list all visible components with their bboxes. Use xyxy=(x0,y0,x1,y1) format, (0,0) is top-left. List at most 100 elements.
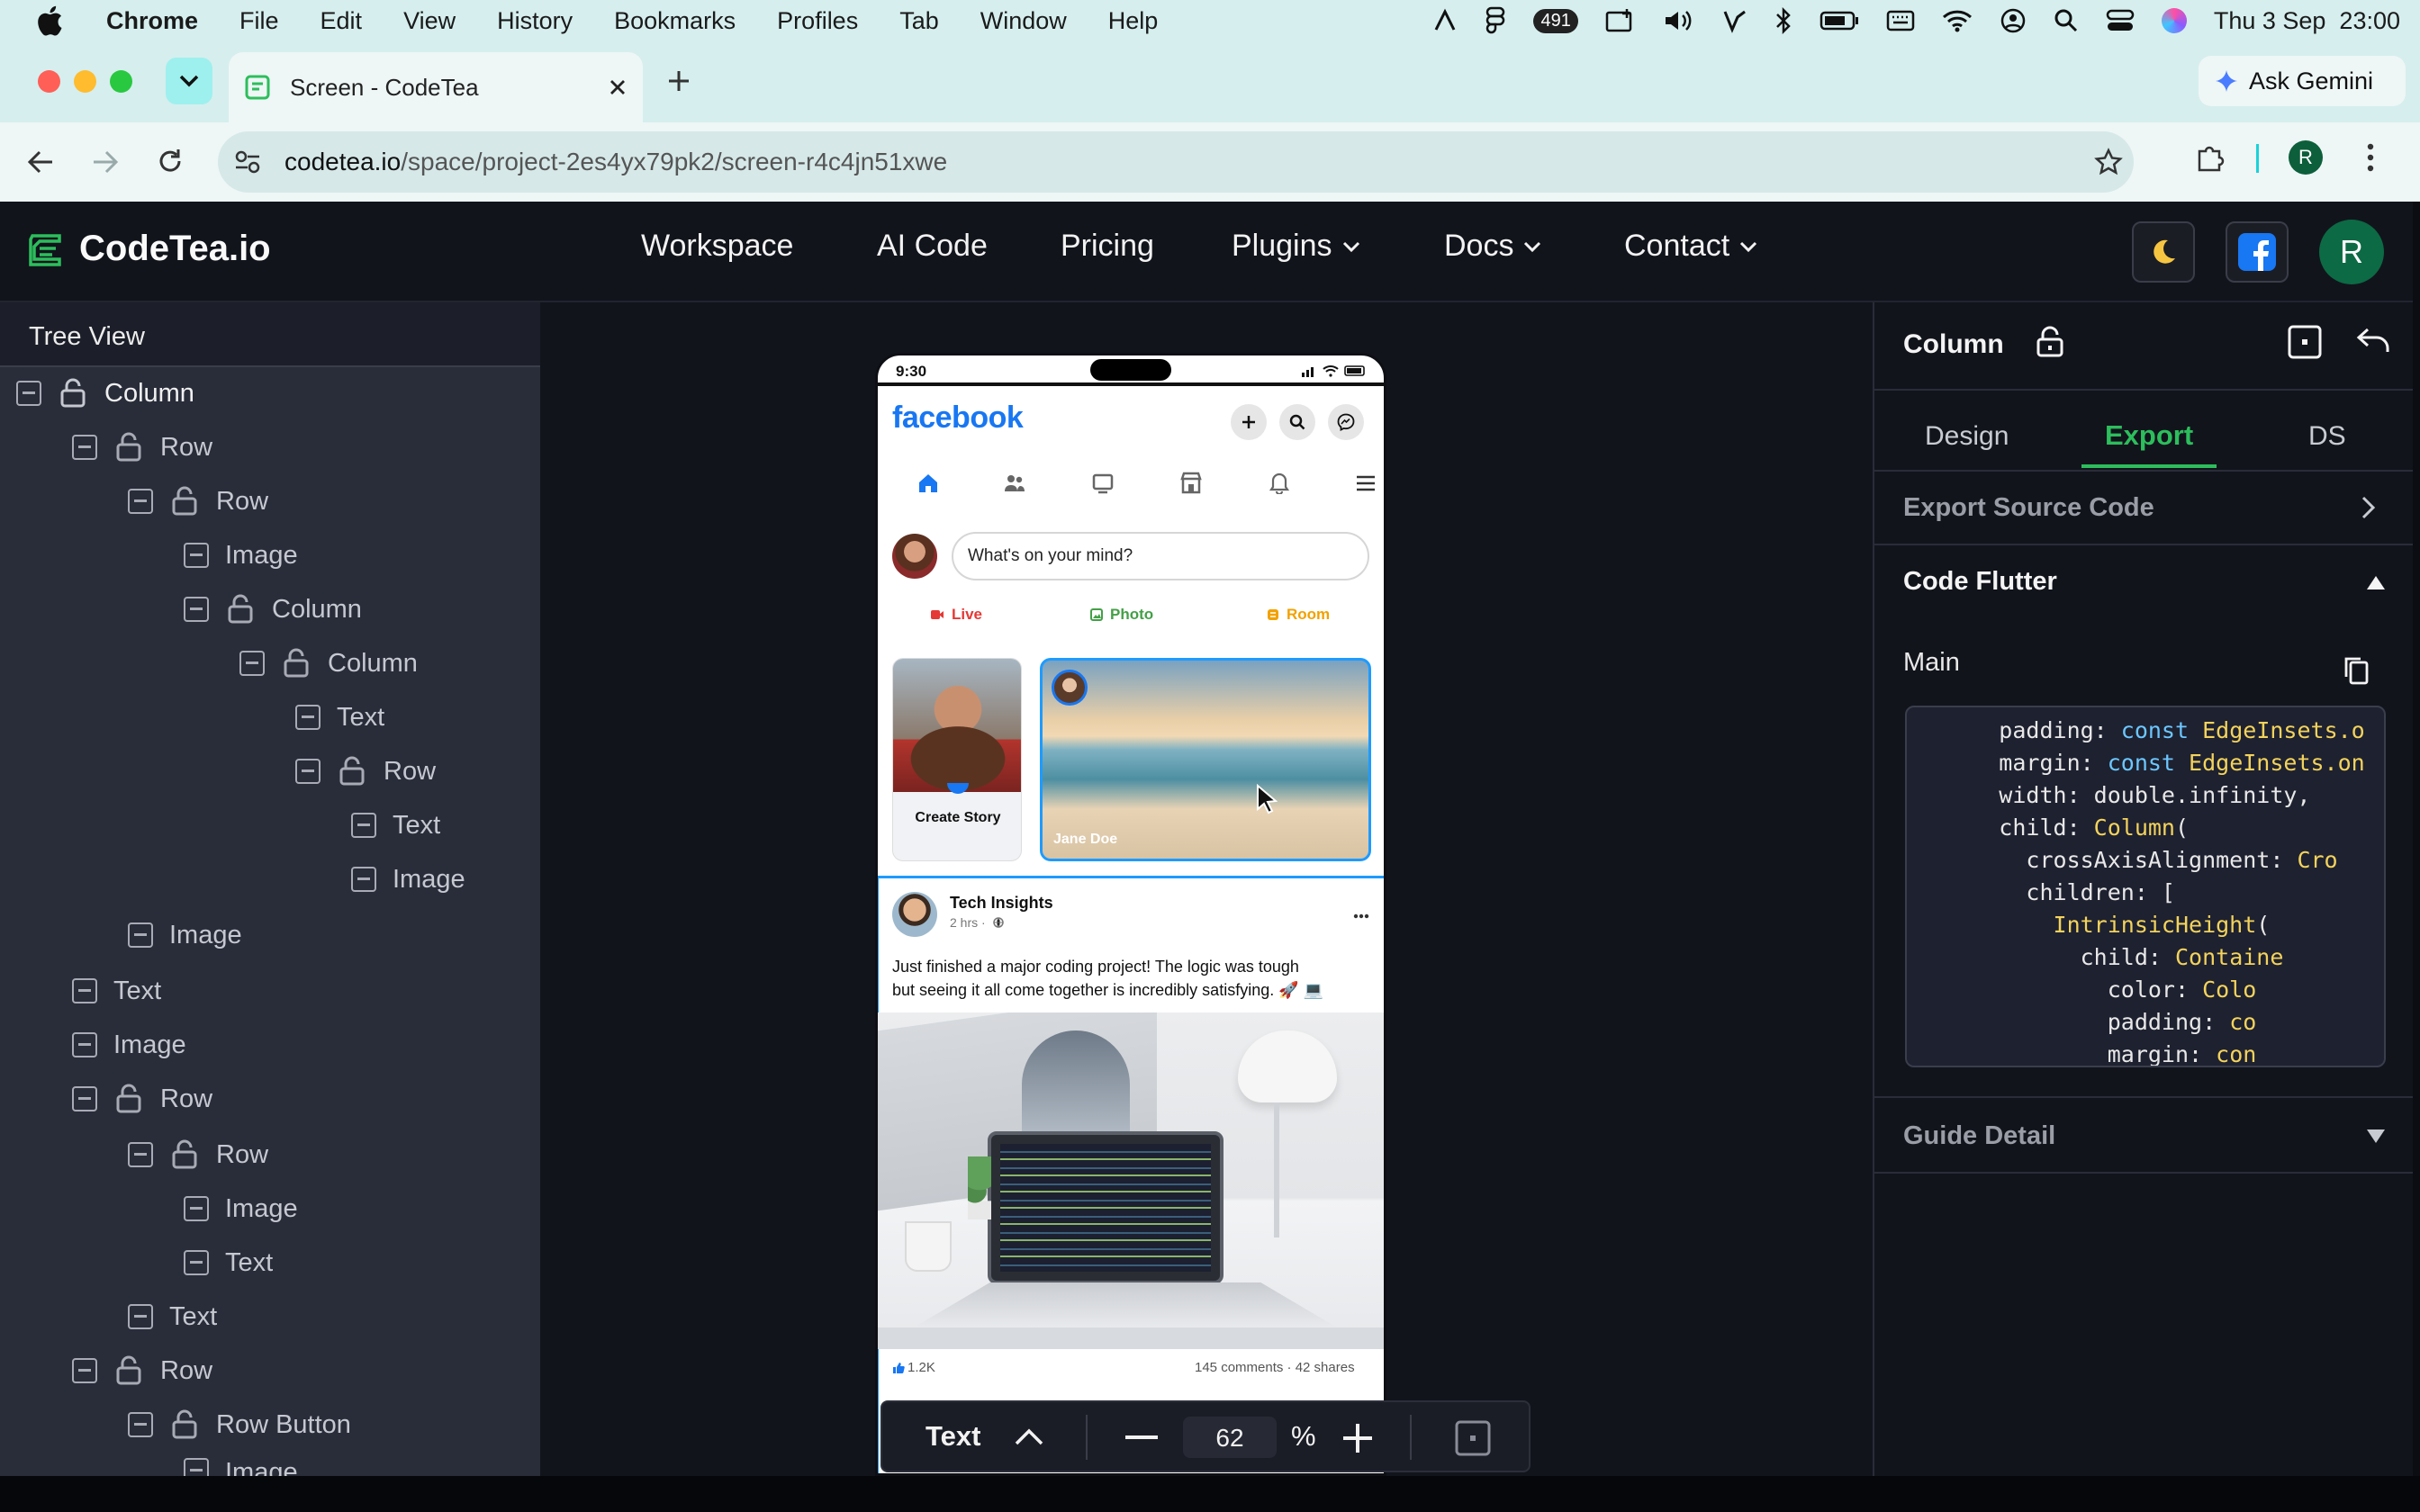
collapse-icon[interactable] xyxy=(351,813,376,838)
browser-tab-active[interactable]: Screen - CodeTea xyxy=(229,52,643,122)
tree-item[interactable]: Image xyxy=(72,1024,186,1066)
zoom-out-minus-icon[interactable] xyxy=(1125,1435,1158,1440)
back-arrow-icon[interactable] xyxy=(27,149,54,175)
menu-profiles[interactable]: Profiles xyxy=(777,7,858,35)
chevron-up-icon[interactable] xyxy=(1014,1427,1044,1447)
fb-friends-icon[interactable] xyxy=(1004,472,1025,494)
code-block[interactable]: padding: const EdgeInsets.o margin: cons… xyxy=(1905,706,2386,1067)
zoom-in-plus-icon[interactable] xyxy=(1341,1422,1374,1454)
theme-toggle-button[interactable] xyxy=(2132,221,2195,283)
tree-item[interactable]: Text xyxy=(72,970,161,1012)
fb-watch-icon[interactable] xyxy=(1092,472,1114,494)
tree-item[interactable]: Row Button xyxy=(128,1404,351,1445)
bookmark-star-icon[interactable] xyxy=(2094,148,2123,176)
nav-pricing[interactable]: Pricing xyxy=(1061,229,1154,264)
extensions-puzzle-icon[interactable] xyxy=(2195,142,2226,173)
tree-item[interactable]: Image xyxy=(184,1458,298,1476)
logo[interactable]: CodeTea.io xyxy=(27,229,271,269)
guide-detail-row[interactable]: Guide Detail xyxy=(1874,1098,2415,1172)
user-avatar[interactable]: R xyxy=(2319,220,2384,284)
menu-edit[interactable]: Edit xyxy=(321,7,363,35)
chrome-profile-avatar[interactable]: R xyxy=(2289,140,2323,175)
window-minimize-button[interactable] xyxy=(74,70,96,93)
nav-plugins[interactable]: Plugins xyxy=(1232,229,1361,264)
collapse-icon[interactable] xyxy=(72,1032,97,1058)
room-action-button[interactable]: Room xyxy=(1267,606,1330,624)
menu-file[interactable]: File xyxy=(239,7,279,35)
collapse-icon[interactable] xyxy=(72,435,97,460)
collapse-icon[interactable] xyxy=(128,1304,153,1329)
nav-contact[interactable]: Contact xyxy=(1624,229,1758,264)
volume-icon[interactable] xyxy=(1663,8,1695,33)
siri-icon[interactable] xyxy=(2161,8,2187,33)
select-element-icon[interactable] xyxy=(2287,324,2323,360)
post-more-icon[interactable] xyxy=(1353,914,1369,919)
fb-messenger-button[interactable] xyxy=(1328,404,1364,440)
battery-icon[interactable] xyxy=(1820,10,1859,32)
story-plus-icon[interactable] xyxy=(947,783,969,794)
code-flutter-header[interactable]: Code Flutter xyxy=(1874,545,2415,617)
collapse-icon[interactable] xyxy=(184,1196,209,1221)
tree-item[interactable]: Image xyxy=(128,914,242,956)
undo-icon[interactable] xyxy=(2355,326,2391,356)
composer-input[interactable]: What's on your mind? xyxy=(952,532,1369,580)
post-likes[interactable]: 1.2K xyxy=(892,1360,935,1375)
tab-export[interactable]: Export xyxy=(2105,419,2193,452)
collapse-icon[interactable] xyxy=(184,543,209,568)
collapse-icon[interactable] xyxy=(128,922,153,948)
reload-icon[interactable] xyxy=(157,148,184,175)
create-story-card[interactable]: Create Story xyxy=(892,658,1022,861)
tree-item[interactable]: Text xyxy=(351,805,440,846)
copy-icon[interactable] xyxy=(2343,655,2370,686)
collapse-icon[interactable] xyxy=(72,1086,97,1112)
collapse-icon[interactable] xyxy=(184,597,209,622)
fb-search-button[interactable] xyxy=(1279,404,1315,440)
forward-arrow-icon[interactable] xyxy=(92,149,119,175)
screen-share-icon[interactable] xyxy=(1605,7,1636,34)
post-image[interactable] xyxy=(878,1012,1384,1349)
fb-add-button[interactable] xyxy=(1231,404,1267,440)
keyboard-icon[interactable] xyxy=(1886,9,1915,32)
tree-item[interactable]: Text xyxy=(295,697,384,738)
lock-open-icon[interactable] xyxy=(113,1084,144,1114)
ask-gemini-button[interactable]: Ask Gemini xyxy=(2199,56,2406,106)
lock-open-icon[interactable] xyxy=(225,594,256,625)
nav-ai-code[interactable]: AI Code xyxy=(877,229,988,264)
window-close-button[interactable] xyxy=(38,70,60,93)
menubar-clock[interactable]: Thu 3 Sep 23:00 xyxy=(2214,7,2400,35)
control-center-icon[interactable] xyxy=(2106,8,2135,33)
collapse-icon[interactable] xyxy=(184,1458,209,1476)
tree-item[interactable]: Row xyxy=(128,1134,268,1175)
tree-item[interactable]: Row xyxy=(72,427,212,468)
tree-item[interactable]: Column xyxy=(16,373,194,414)
tab-design[interactable]: Design xyxy=(1925,421,2009,452)
tree-item[interactable]: Image xyxy=(351,859,465,900)
collapse-icon[interactable] xyxy=(72,978,97,1004)
menu-help[interactable]: Help xyxy=(1108,7,1159,35)
tree-item[interactable]: Row xyxy=(72,1350,212,1391)
tree-item[interactable]: Text xyxy=(184,1242,273,1283)
spotlight-search-icon[interactable] xyxy=(2054,8,2079,33)
kebab-menu-icon[interactable] xyxy=(2366,142,2375,173)
collapse-icon[interactable] xyxy=(184,1250,209,1275)
tree-item[interactable]: Row xyxy=(295,751,436,792)
nav-workspace[interactable]: Workspace xyxy=(641,229,793,264)
fit-screen-icon[interactable] xyxy=(1455,1420,1491,1456)
lock-open-icon[interactable] xyxy=(113,432,144,463)
fb-home-icon[interactable] xyxy=(917,472,939,494)
collapse-icon[interactable] xyxy=(128,1412,153,1437)
story-card-jane-doe[interactable]: Jane Doe xyxy=(1040,658,1371,861)
tree-item[interactable]: Row xyxy=(128,481,268,522)
collapse-icon[interactable] xyxy=(128,489,153,514)
tab-search-button[interactable] xyxy=(166,58,212,104)
site-settings-icon[interactable] xyxy=(234,149,261,175)
tree-item[interactable]: Column xyxy=(239,643,418,684)
menu-window[interactable]: Window xyxy=(980,7,1067,35)
lock-open-icon[interactable] xyxy=(169,1139,200,1170)
menu-history[interactable]: History xyxy=(497,7,573,35)
lock-open-icon[interactable] xyxy=(2035,326,2065,358)
lock-open-icon[interactable] xyxy=(169,1409,200,1440)
collapse-icon[interactable] xyxy=(128,1142,153,1167)
live-action-button[interactable]: Live xyxy=(930,606,982,624)
collapse-icon[interactable] xyxy=(295,705,321,730)
